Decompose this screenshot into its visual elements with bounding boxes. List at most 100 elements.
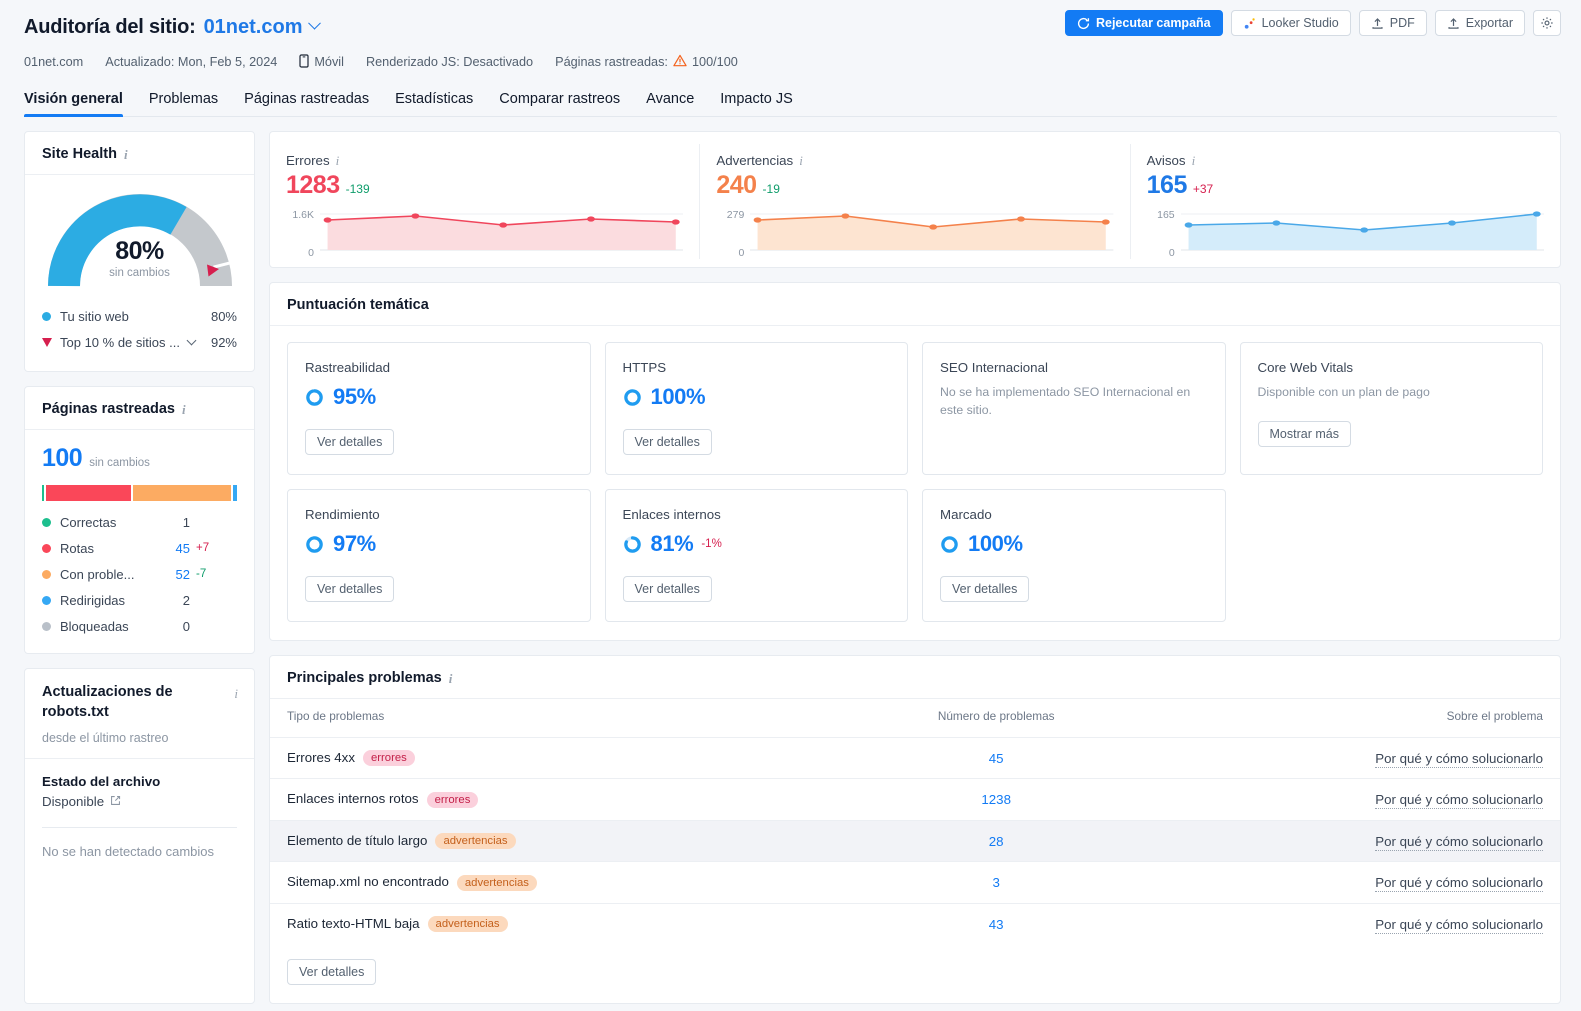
external-link-icon[interactable] — [110, 794, 121, 809]
metric-avisos-value: 165 — [1146, 171, 1188, 199]
sparkline-svg — [320, 213, 684, 251]
theme-details-button[interactable]: Ver detalles — [305, 429, 395, 455]
metric-avisos-number: 165 +37 — [1147, 171, 1544, 200]
metric-avisos-sparkline: 165 0 — [1147, 209, 1544, 259]
metric-avisos-delta: +37 — [1192, 182, 1214, 196]
issue-about-cell: Por qué y cómo solucionarlo — [1161, 902, 1560, 945]
info-icon[interactable]: i — [449, 672, 453, 685]
info-icon[interactable]: i — [182, 403, 186, 416]
tab-comparar-rastreos[interactable]: Comparar rastreos — [499, 91, 620, 116]
page-header: Auditoría del sitio: 01net.com Rejecutar… — [0, 0, 1581, 117]
crawled-stacked-bar — [42, 485, 237, 501]
theme-score-value: 100% — [650, 384, 706, 409]
issue-count[interactable]: 1238 — [981, 792, 1011, 807]
info-icon[interactable]: i — [336, 154, 340, 167]
info-icon[interactable]: i — [124, 148, 128, 161]
theme-card-enlaces-internos: Enlaces internos 81% -1% Ver detalles — [604, 489, 908, 622]
export-button[interactable]: Exportar — [1434, 10, 1525, 36]
table-row[interactable]: Enlaces internos rotos errores 1238 Por q… — [270, 778, 1560, 821]
metric-avisos-label: Avisos — [1146, 153, 1186, 168]
tab-estadisticas[interactable]: Estadísticas — [395, 91, 473, 116]
pdf-export-button[interactable]: PDF — [1358, 10, 1427, 36]
stackbar-segment-rotas — [45, 485, 131, 501]
theme-details-button[interactable]: Ver detalles — [940, 576, 1030, 602]
issue-count[interactable]: 43 — [989, 917, 1004, 932]
axis-bottom-label: 0 — [1168, 247, 1175, 259]
metric-errores-delta: -139 — [345, 182, 370, 196]
theme-show-more-button[interactable]: Mostrar más — [1257, 420, 1351, 447]
tab-vision-general[interactable]: Visión general — [24, 91, 123, 117]
issue-tag: advertencias — [456, 874, 537, 891]
site-audit-page: Auditoría del sitio: 01net.com Rejecutar… — [0, 0, 1581, 1011]
tab-impacto-js[interactable]: Impacto JS — [720, 91, 793, 116]
robots-note: No se han detectado cambios — [42, 844, 214, 860]
mobile-icon — [299, 53, 309, 71]
issue-count[interactable]: 28 — [989, 834, 1004, 849]
issue-tag: advertencias — [435, 833, 516, 850]
crawled-pages-body: 100 sin cambios Correctas 1 Rotas 45 +7 … — [25, 430, 254, 653]
metric-avisos-label-wrap: Avisos i — [1147, 153, 1544, 168]
chevron-down-icon[interactable] — [186, 335, 197, 346]
rerun-campaign-button[interactable]: Rejecutar campaña — [1064, 10, 1223, 36]
info-icon[interactable]: i — [234, 687, 238, 700]
looker-studio-button[interactable]: Looker Studio — [1230, 10, 1351, 36]
sparkline-svg — [750, 213, 1114, 251]
issue-fix-link[interactable]: Por qué y cómo solucionarlo — [1375, 833, 1543, 851]
issue-fix-link[interactable]: Por qué y cómo solucionarlo — [1375, 916, 1543, 934]
issue-count[interactable]: 45 — [989, 751, 1004, 766]
issue-tag: errores — [426, 791, 479, 808]
issue-fix-link[interactable]: Por qué y cómo solucionarlo — [1375, 750, 1543, 768]
top-issues-header: Principales problemas i — [270, 656, 1560, 699]
thematic-scores-header: Puntuación temática — [270, 283, 1560, 326]
issues-details-button[interactable]: Ver detalles — [287, 959, 377, 986]
top-issues-title-wrap: Principales problemas i — [287, 670, 452, 686]
tab-avance[interactable]: Avance — [646, 91, 694, 116]
settings-button[interactable] — [1533, 10, 1561, 36]
robots-status-label: Estado del archivo — [42, 774, 161, 790]
table-row[interactable]: Errores 4xx errores 45 Por qué y cómo sol… — [270, 736, 1560, 779]
upload-icon — [1371, 17, 1384, 30]
theme-details-button[interactable]: Ver detalles — [622, 429, 712, 455]
tab-paginas-rastreadas[interactable]: Páginas rastreadas — [244, 91, 369, 116]
issue-fix-link[interactable]: Por qué y cómo solucionarlo — [1375, 792, 1543, 810]
issue-count-cell: 43 — [831, 902, 1162, 945]
crawled-value-con-problemas[interactable]: 52 — [164, 567, 190, 582]
site-health-title-wrap: Site Health i — [42, 146, 128, 162]
tab-problemas[interactable]: Problemas — [149, 91, 218, 116]
chevron-down-icon[interactable] — [307, 16, 321, 30]
table-row[interactable]: Ratio texto-HTML baja advertencias 43 Por… — [270, 902, 1560, 945]
donut-ring-icon — [623, 535, 641, 553]
issue-count[interactable]: 3 — [992, 875, 999, 890]
theme-details-button[interactable]: Ver detalles — [622, 576, 712, 602]
meta-crawled: Páginas rastreadas: 100/100 — [555, 54, 738, 70]
info-icon[interactable]: i — [799, 154, 803, 167]
issue-fix-link[interactable]: Por qué y cómo solucionarlo — [1375, 875, 1543, 893]
legend-item-top10[interactable]: Top 10 % de sitios ... 92% — [42, 329, 237, 355]
meta-device-label: Móvil — [314, 55, 344, 69]
main-column: Errores i 1283 -139 1.6K 0 Advertencias … — [269, 131, 1561, 1005]
top-issues-card: Principales problemas i Tipo de problema… — [269, 655, 1561, 1005]
metric-advertencias-sparkline: 279 0 — [716, 209, 1114, 259]
info-icon[interactable]: i — [1192, 154, 1196, 167]
robots-status-row[interactable]: Disponible — [42, 794, 237, 809]
legend-dot-icon — [42, 621, 51, 631]
robots-header: Actualizaciones de robots.txt desde el ú… — [25, 669, 254, 760]
table-row[interactable]: Sitemap.xml no encontrado advertencias 3 … — [270, 861, 1560, 904]
domain-selector-link[interactable]: 01net.com — [204, 16, 303, 39]
legend-dot-icon — [42, 311, 51, 321]
theme-description: Disponible con un plan de pago — [1257, 385, 1430, 399]
metric-errores: Errores i 1283 -139 1.6K 0 — [270, 144, 699, 259]
crawled-value-rotas[interactable]: 45 — [164, 541, 190, 556]
crawled-label-bloqueadas: Bloqueadas — [60, 618, 129, 634]
meta-crawled-value: 100/100 — [691, 55, 738, 69]
site-health-card: Site Health i 80% sin cambios Tu sitio w… — [24, 131, 255, 372]
table-row[interactable]: Elemento de título largo advertencias 28 … — [270, 819, 1560, 862]
theme-details-button[interactable]: Ver detalles — [305, 576, 395, 602]
robots-title: Actualizaciones de robots.txt — [42, 684, 173, 720]
metric-avisos: Avisos i 165 +37 165 0 — [1129, 144, 1560, 259]
issue-name: Ratio texto-HTML baja — [287, 915, 420, 931]
crawled-delta-rotas: +7 — [196, 542, 210, 554]
crawled-pages-card: Páginas rastreadas i 100 sin cambios Cor… — [24, 386, 255, 654]
issue-name: Errores 4xx — [287, 749, 355, 765]
theme-card-https: HTTPS 100% Ver detalles — [604, 342, 908, 475]
